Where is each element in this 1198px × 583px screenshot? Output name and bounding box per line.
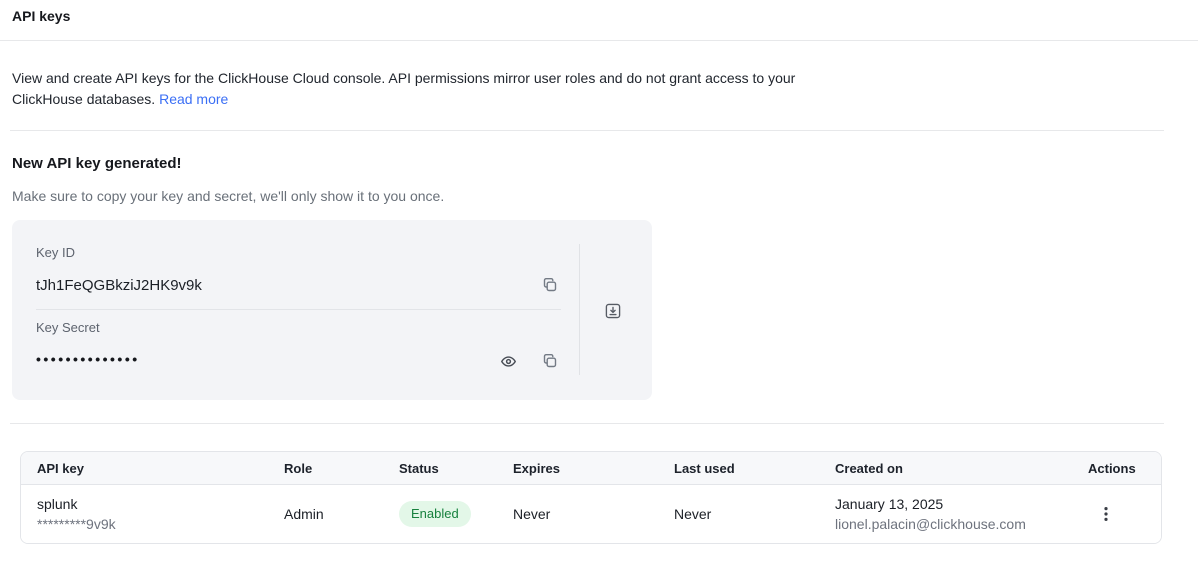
key-id-label: Key ID <box>36 245 75 260</box>
column-header-api-key: API key <box>21 461 268 476</box>
key-secret-masked-value: •••••••••••••• <box>36 351 140 367</box>
read-more-link[interactable]: Read more <box>159 91 228 107</box>
api-keys-page: API keys View and create API keys for th… <box>0 0 1198 544</box>
created-on-cell: January 13, 2025 lionel.palacin@clickhou… <box>819 494 1072 534</box>
api-key-masked: *********9v9k <box>37 514 268 534</box>
api-key-name: splunk <box>37 494 268 514</box>
column-header-actions: Actions <box>1072 461 1161 476</box>
copy-key-secret-button[interactable] <box>539 350 561 372</box>
actions-cell <box>1072 502 1161 526</box>
table-header-row: API key Role Status Expires Last used Cr… <box>21 452 1161 485</box>
section-divider <box>10 423 1164 424</box>
key-id-value: tJh1FeQGBkziJ2HK9v9k <box>36 277 202 294</box>
row-actions-menu-button[interactable] <box>1096 502 1116 526</box>
copy-key-id-button[interactable] <box>539 274 561 296</box>
page-title: API keys <box>12 8 1186 24</box>
column-header-last-used: Last used <box>658 461 819 476</box>
new-key-banner-title: New API key generated! <box>12 155 1198 172</box>
key-panel-vertical-divider <box>579 244 580 375</box>
new-key-banner-subtitle: Make sure to copy your key and secret, w… <box>12 186 1198 207</box>
expires-cell: Never <box>497 504 658 524</box>
key-secret-label: Key Secret <box>36 320 100 335</box>
created-on-date: January 13, 2025 <box>835 494 1072 514</box>
eye-icon <box>500 353 517 370</box>
generated-key-panel: Key ID tJh1FeQGBkziJ2HK9v9k Key Secret •… <box>12 220 652 400</box>
last-used-cell: Never <box>658 504 819 524</box>
download-credentials-button[interactable] <box>600 298 626 324</box>
created-on-by: lionel.palacin@clickhouse.com <box>835 514 1072 534</box>
status-badge: Enabled <box>399 501 471 527</box>
kebab-menu-icon <box>1104 506 1108 522</box>
copy-icon <box>542 353 558 369</box>
key-panel-divider <box>36 309 561 310</box>
api-key-cell: splunk *********9v9k <box>21 494 268 534</box>
reveal-secret-button[interactable] <box>497 350 519 372</box>
column-header-expires: Expires <box>497 461 658 476</box>
copy-icon <box>542 277 558 293</box>
page-description: View and create API keys for the ClickHo… <box>12 68 830 110</box>
api-keys-table: API key Role Status Expires Last used Cr… <box>20 451 1162 544</box>
section-divider <box>10 130 1164 131</box>
role-cell: Admin <box>268 504 383 524</box>
status-cell: Enabled <box>383 501 497 527</box>
column-header-role: Role <box>268 461 383 476</box>
page-header: API keys <box>0 0 1198 41</box>
column-header-status: Status <box>383 461 497 476</box>
download-icon <box>604 302 622 320</box>
column-header-created-on: Created on <box>819 461 1072 476</box>
table-row: splunk *********9v9k Admin Enabled Never… <box>21 485 1161 543</box>
description-text: View and create API keys for the ClickHo… <box>12 70 795 107</box>
